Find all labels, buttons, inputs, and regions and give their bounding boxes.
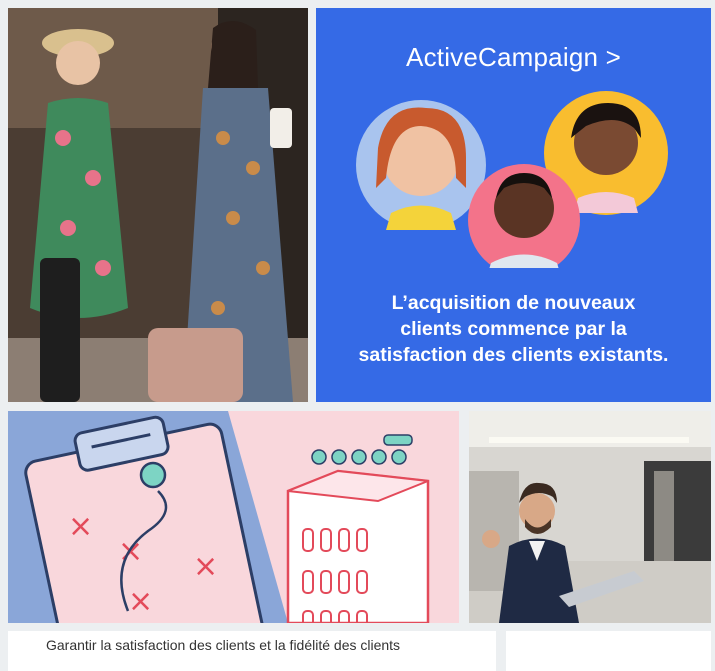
pin-caption: Garantir la satisfaction des clients et … (46, 637, 401, 653)
pin-card-businessman-photo[interactable] (469, 411, 711, 623)
pin-card-strategy-illustration[interactable]: × × × × (8, 411, 459, 623)
strategy-illustration: × × × × (8, 411, 459, 623)
travelers-photo (8, 8, 308, 402)
pin-card-partial[interactable] (506, 631, 711, 671)
ad-headline: L’acquisition de nouveaux clients commen… (358, 292, 669, 366)
cross-mark: × (128, 584, 153, 619)
faces-illustration (356, 91, 668, 268)
pin-card-caption[interactable]: Garantir la satisfaction des clients et … (8, 631, 496, 671)
businessman-photo (469, 411, 711, 623)
cross-mark: × (193, 549, 218, 584)
pin-card-travelers-photo[interactable] (8, 8, 308, 402)
cross-mark: × (68, 509, 93, 544)
pin-card-activecampaign-ad[interactable]: ActiveCampaign > L’acquisition de nouvea… (316, 8, 711, 402)
